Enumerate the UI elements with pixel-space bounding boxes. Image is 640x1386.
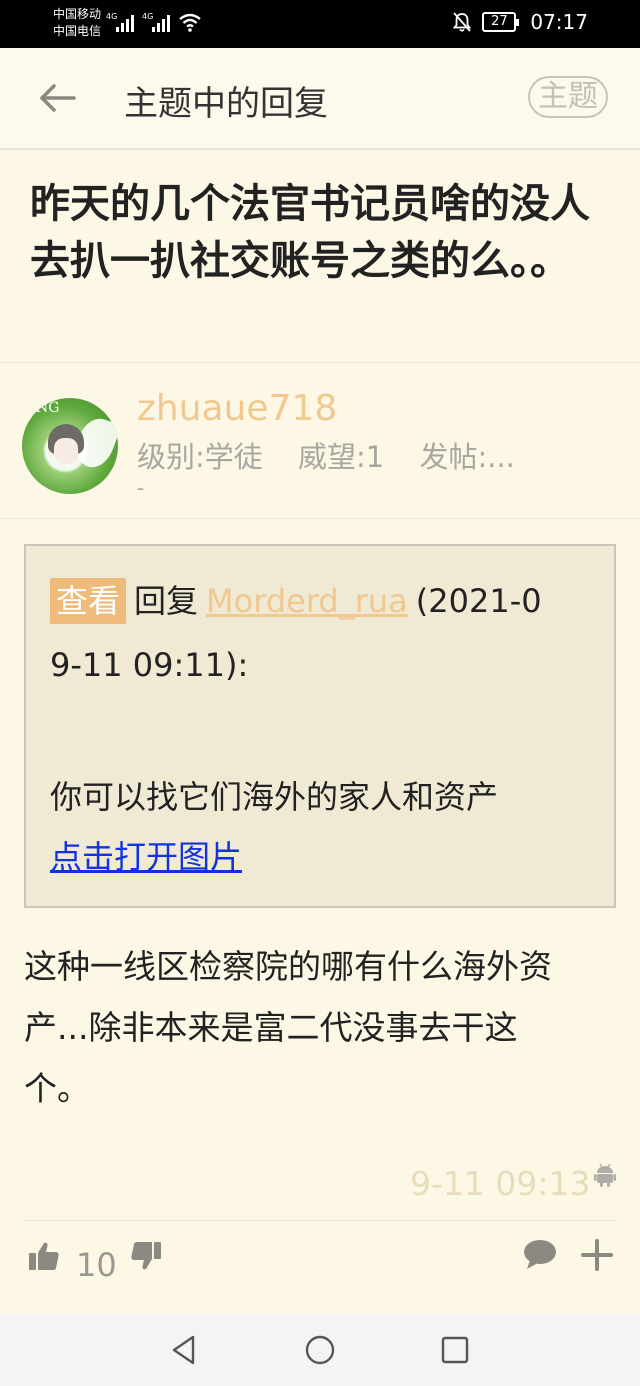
thumbs-down-icon[interactable] (130, 1240, 162, 1272)
reply-body: 这种一线区检察院的哪有什么海外资 产...除非本来是富二代没事去干这 个。 (24, 936, 624, 1119)
avatar[interactable]: NG (22, 398, 118, 494)
view-button[interactable]: 查看 (50, 578, 127, 624)
clock: 07:17 (530, 10, 588, 34)
signal1-icon (116, 12, 134, 32)
nav-recent-icon[interactable] (441, 1336, 469, 1364)
avatar-text: NG (36, 400, 60, 416)
signal2-icon (152, 12, 170, 32)
nav-back-icon[interactable] (170, 1334, 198, 1366)
wifi-icon (179, 13, 201, 32)
carrier2: 中国电信 (53, 24, 102, 38)
reply-label: 回复 (134, 582, 199, 620)
topic-button[interactable]: 主题 (528, 76, 608, 118)
plus-icon[interactable] (580, 1238, 614, 1272)
divider (0, 362, 640, 363)
quote-box: 查看 回复 Morderd_rua (2021-0 9-11 09:11): 你可以找… (24, 544, 616, 908)
quoted-user-link[interactable]: Morderd_rua (206, 582, 408, 620)
page-title: 主题中的回复 (124, 84, 328, 124)
reply-line: 个。 (24, 1069, 90, 1108)
divider (0, 518, 640, 519)
app-header: 主题中的回复 主题 (0, 48, 640, 150)
reply-line: 这种一线区检察院的哪有什么海外资 (24, 947, 552, 986)
mute-bell-icon (452, 12, 472, 32)
username[interactable]: zhuaue718 (137, 388, 337, 429)
action-bar: 10 (0, 1222, 640, 1314)
post-title: 昨天的几个法官书记员啥的没人去扒一扒社交账号之类的么。。 (30, 181, 590, 284)
quote-date-1: (2021-0 (415, 582, 542, 620)
back-arrow-icon[interactable] (36, 78, 80, 118)
user-meta-overflow: - (137, 476, 145, 500)
post-timestamp: 9-11 09:13 (410, 1164, 591, 1203)
open-image-link[interactable]: 点击打开图片 (50, 832, 242, 878)
system-nav-bar (0, 1314, 640, 1386)
user-meta: 级别:学徒 威望:1 发帖:... (137, 434, 541, 476)
carrier1: 中国移动 (53, 7, 102, 21)
comment-icon[interactable] (522, 1238, 558, 1270)
carrier-info: 中国移动 中国电信 (53, 6, 101, 40)
reply-line: 产...除非本来是富二代没事去干这 (24, 1008, 518, 1047)
divider (24, 1220, 616, 1221)
user-prestige: 威望:1 (298, 440, 385, 474)
nav-home-icon[interactable] (305, 1335, 335, 1365)
quote-date-2: 9-11 09:11): (50, 646, 249, 684)
thumbs-up-icon[interactable] (28, 1240, 60, 1272)
android-icon (594, 1163, 616, 1187)
user-posts: 发帖:... (419, 440, 515, 474)
quote-header: 查看 回复 Morderd_rua (2021-0 (50, 576, 542, 624)
battery-indicator: 27 (482, 12, 520, 32)
user-level: 级别:学徒 (137, 440, 263, 474)
quote-content: 你可以找它们海外的家人和资产 (50, 778, 499, 816)
like-count: 10 (76, 1246, 117, 1284)
status-bar: 中国移动 中国电信 4G 4G 27 07:17 (0, 0, 640, 48)
